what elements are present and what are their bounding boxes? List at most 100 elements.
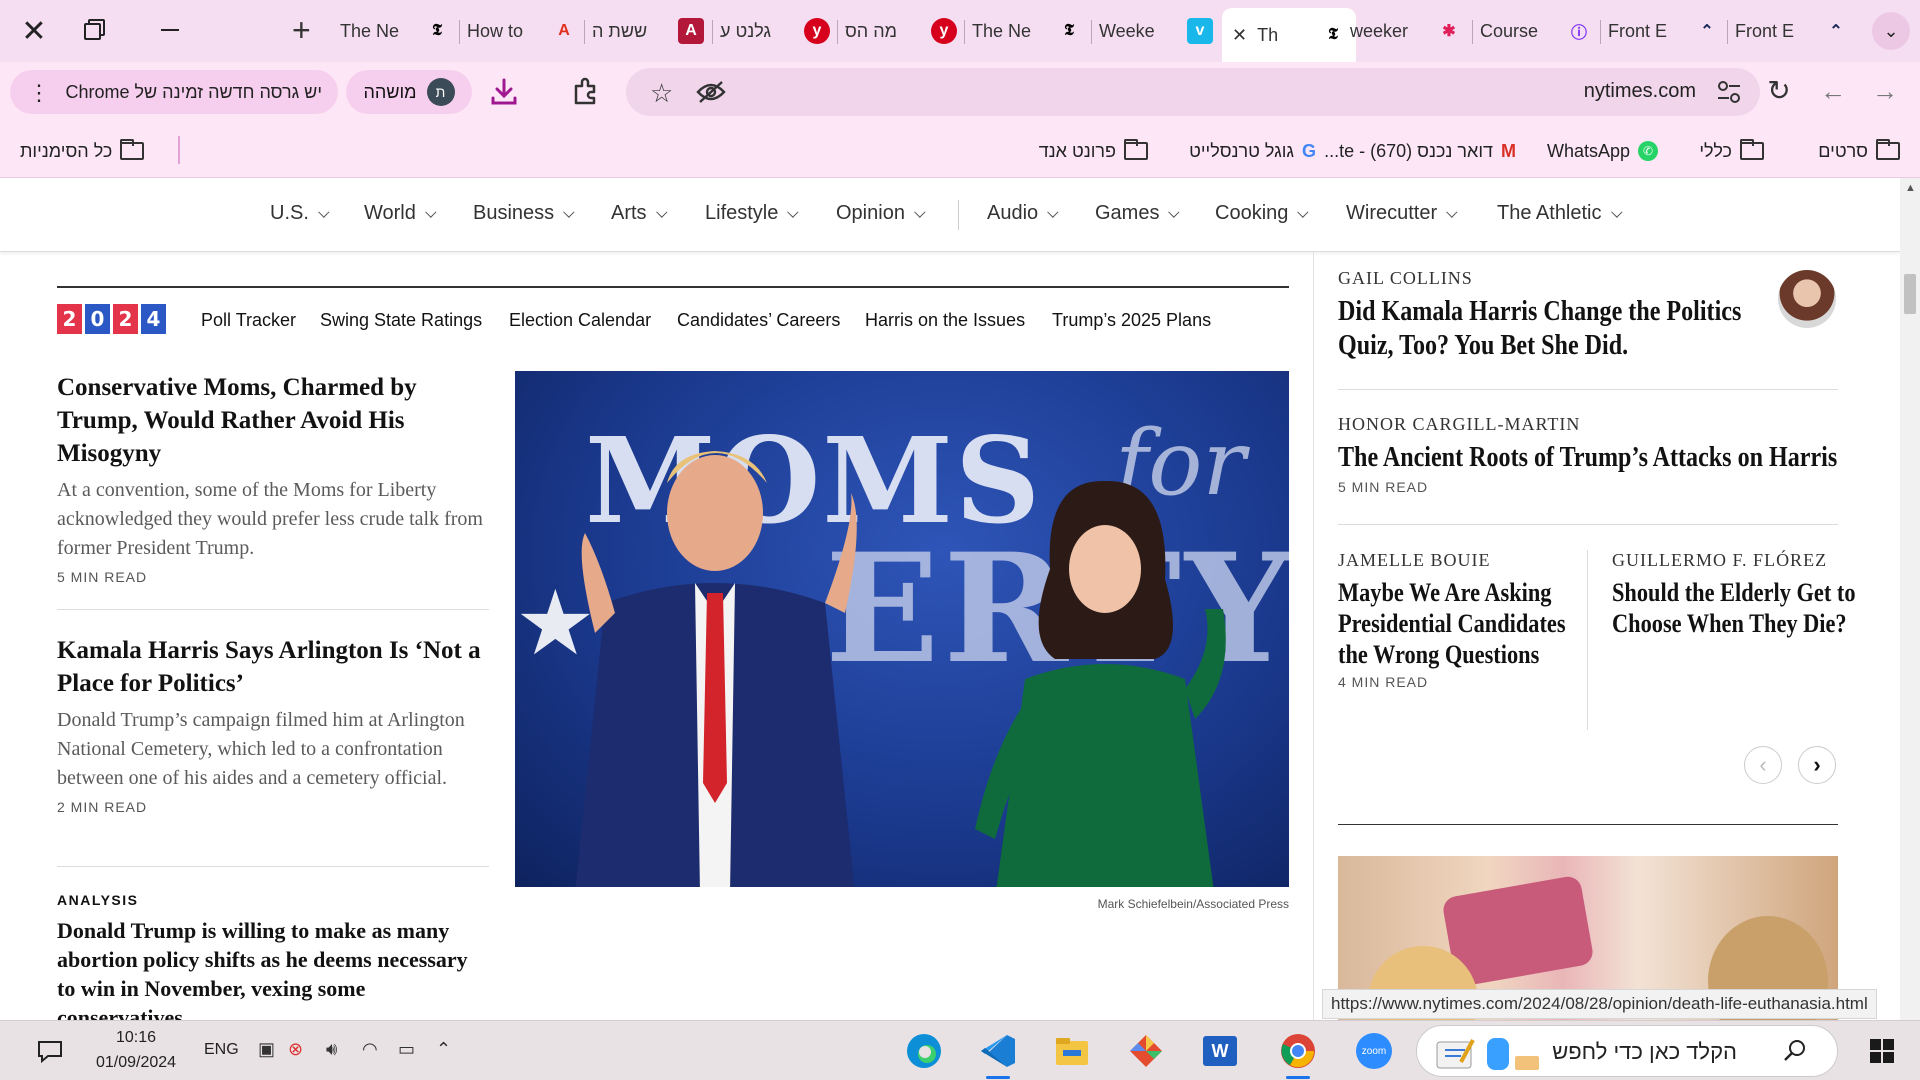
election-link[interactable]: Poll Tracker (201, 310, 296, 331)
browser-tab[interactable]: Weeke v (1099, 10, 1213, 52)
bookmark-google-translate[interactable]: G גוגל טרנסלייט (1189, 138, 1316, 164)
taskbar-search-box[interactable]: הקלד כאן כדי לחפש (1416, 1025, 1838, 1077)
opinion-headline[interactable]: Presidential Candidates (1338, 608, 1566, 639)
browser-tab[interactable]: גלנט ע y (720, 10, 830, 52)
reload-icon[interactable]: ↻ (1764, 76, 1794, 106)
browser-tab[interactable]: ששת ה A (592, 10, 704, 52)
opinion-author[interactable]: GUILLERMO F. FLÓREZ (1612, 550, 1847, 571)
election-link[interactable]: Harris on the Issues (865, 310, 1025, 331)
all-bookmarks-button[interactable]: כל הסימניות (20, 138, 145, 164)
scroll-up-icon[interactable]: ▲ (1905, 182, 1916, 194)
story-card[interactable]: ANALYSIS Donald Trump is willing to make… (57, 892, 489, 1020)
word-icon[interactable]: W (1198, 1029, 1242, 1073)
url-text[interactable]: nytimes.com (1584, 80, 1696, 103)
carousel-prev-button[interactable]: ‹ (1744, 746, 1782, 784)
bookmark-frontend[interactable]: פרונט אנד (1039, 138, 1148, 164)
opinion-headline[interactable]: Quiz, Too? You Bet She Did. (1338, 329, 1741, 363)
story-card[interactable]: Kamala Harris Says Arlington Is ‘Not a P… (57, 634, 489, 815)
nav-item-opinion[interactable]: Opinion (836, 202, 926, 225)
election-2024-badge[interactable]: 2024 (57, 304, 169, 334)
election-link[interactable]: Swing State Ratings (320, 310, 482, 331)
browser-tab[interactable]: Course ⓘ (1480, 10, 1592, 52)
back-arrow-icon[interactable]: ← (1818, 76, 1848, 106)
close-tab-icon[interactable]: ✕ (1232, 25, 1247, 46)
battery-icon[interactable]: ▭ (398, 1039, 415, 1060)
chrome-icon[interactable] (1276, 1029, 1320, 1079)
election-link[interactable]: Candidates’ Careers (677, 310, 840, 331)
browser-tab[interactable]: The Ne 𝕿 (972, 10, 1082, 52)
site-settings-icon[interactable] (1716, 80, 1742, 104)
opinion-author[interactable]: JAMELLE BOUIE (1338, 550, 1573, 571)
new-tab-button[interactable]: + (292, 12, 311, 48)
bookmark-gmail[interactable]: M דואר נכנס (670) - te... (1324, 138, 1516, 164)
opinion-headline[interactable]: Choose When They Die? (1612, 608, 1847, 639)
edge-icon[interactable] (902, 1029, 946, 1073)
opinion-headline[interactable]: Did Kamala Harris Change the Politics (1338, 295, 1741, 329)
story-headline[interactable]: Conservative Moms, Charmed by Trump, Wou… (57, 371, 489, 470)
close-window-button[interactable]: ✕ (14, 11, 54, 51)
nav-item-world[interactable]: World (364, 202, 437, 225)
nav-item-audio[interactable]: Audio (987, 202, 1059, 225)
story-headline[interactable]: Donald Trump is willing to make as many … (57, 916, 489, 1020)
election-link[interactable]: Trump’s 2025 Plans (1052, 310, 1211, 331)
bookmark-general[interactable]: כללי (1699, 138, 1764, 164)
nav-item-cooking[interactable]: Cooking (1215, 202, 1309, 225)
bookmark-movies[interactable]: סרטים (1818, 138, 1900, 164)
bookmark-whatsapp[interactable]: ✆ WhatsApp (1547, 138, 1658, 164)
tab-search-chevron-icon[interactable]: ⌄ (1872, 12, 1910, 50)
page-scrollbar[interactable]: ▲ (1900, 178, 1920, 1020)
opinion-author[interactable]: GAIL COLLINS (1338, 268, 1807, 289)
nav-item-lifestyle[interactable]: Lifestyle (705, 202, 799, 225)
forward-arrow-icon[interactable]: → (1870, 76, 1900, 106)
scroll-thumb[interactable] (1904, 274, 1916, 314)
carousel-next-button[interactable]: › (1798, 746, 1836, 784)
election-link[interactable]: Election Calendar (509, 310, 651, 331)
git-icon[interactable] (1124, 1029, 1168, 1073)
browser-tab[interactable]: weeker ✱ (1350, 10, 1462, 52)
opinion-headline[interactable]: the Wrong Questions (1338, 639, 1540, 670)
browser-tab[interactable]: The Ne 𝕿 (340, 10, 450, 52)
opinion-card[interactable]: GUILLERMO F. FLÓREZ Should the Elderly G… (1612, 550, 1856, 639)
opinion-headline[interactable]: Maybe We Are Asking (1338, 577, 1551, 608)
network-error-icon[interactable]: ⊗ (288, 1039, 303, 1060)
nav-item-us[interactable]: U.S. (270, 202, 330, 225)
nav-item-business[interactable]: Business (473, 202, 575, 225)
show-hidden-icons-chevron-icon[interactable]: ⌃ (436, 1039, 451, 1060)
chrome-update-button[interactable]: ⋮ יש גרסה חדשה זמינה של Chrome (10, 70, 338, 114)
language-indicator[interactable]: ENG (204, 1041, 239, 1059)
nav-item-games[interactable]: Games (1095, 202, 1180, 225)
volume-icon[interactable]: 🔊︎ (326, 1039, 337, 1060)
windows-start-icon[interactable] (1870, 1039, 1894, 1063)
browser-tab[interactable]: How to A (467, 10, 577, 52)
opinion-headline[interactable]: Should the Elderly Get to (1612, 577, 1856, 608)
profile-button[interactable]: מושהה ת (346, 70, 472, 114)
opinion-card[interactable]: JAMELLE BOUIE Maybe We Are Asking Presid… (1338, 550, 1573, 690)
meet-now-icon[interactable]: ▣ (258, 1039, 275, 1060)
extensions-icon[interactable] (570, 76, 602, 108)
download-icon[interactable] (488, 76, 520, 108)
nav-item-theathletic[interactable]: The Athletic (1497, 202, 1623, 225)
opinion-card[interactable]: HONOR CARGILL-MARTIN The Ancient Roots o… (1338, 414, 1900, 495)
browser-tab[interactable]: Front E ⌃ (1608, 10, 1720, 52)
opinion-card[interactable]: GAIL COLLINS Did Kamala Harris Change th… (1338, 268, 1807, 363)
nav-item-wirecutter[interactable]: Wirecutter (1346, 202, 1458, 225)
browser-tab[interactable]: Front E ⌃ (1735, 10, 1849, 52)
wifi-icon[interactable]: ◠ (362, 1039, 378, 1060)
bookmark-star-icon[interactable]: ☆ (650, 78, 673, 109)
zoom-icon[interactable]: zoom (1352, 1029, 1396, 1073)
browser-tab[interactable]: מה הס y (845, 10, 957, 52)
address-bar[interactable]: ☆ nytimes.com (626, 68, 1760, 116)
eye-off-icon[interactable] (696, 80, 726, 104)
opinion-author[interactable]: HONOR CARGILL-MARTIN (1338, 414, 1900, 435)
minimize-window-button[interactable] (161, 29, 179, 31)
hero-photo[interactable]: MOMS ERTY for ★ (515, 371, 1289, 887)
story-headline[interactable]: Kamala Harris Says Arlington Is ‘Not a P… (57, 634, 489, 700)
opinion-headline[interactable]: The Ancient Roots of Trump’s Attacks on … (1338, 441, 1837, 475)
browser-tab[interactable]: ✕ Th 𝕿 (1222, 8, 1356, 62)
taskbar-clock[interactable]: 10:16 01/09/2024 (86, 1025, 186, 1075)
vscode-icon[interactable] (976, 1029, 1020, 1079)
restore-window-button[interactable] (82, 17, 105, 40)
notifications-icon[interactable] (36, 1037, 64, 1065)
nav-item-arts[interactable]: Arts (611, 202, 668, 225)
file-explorer-icon[interactable] (1050, 1029, 1094, 1073)
